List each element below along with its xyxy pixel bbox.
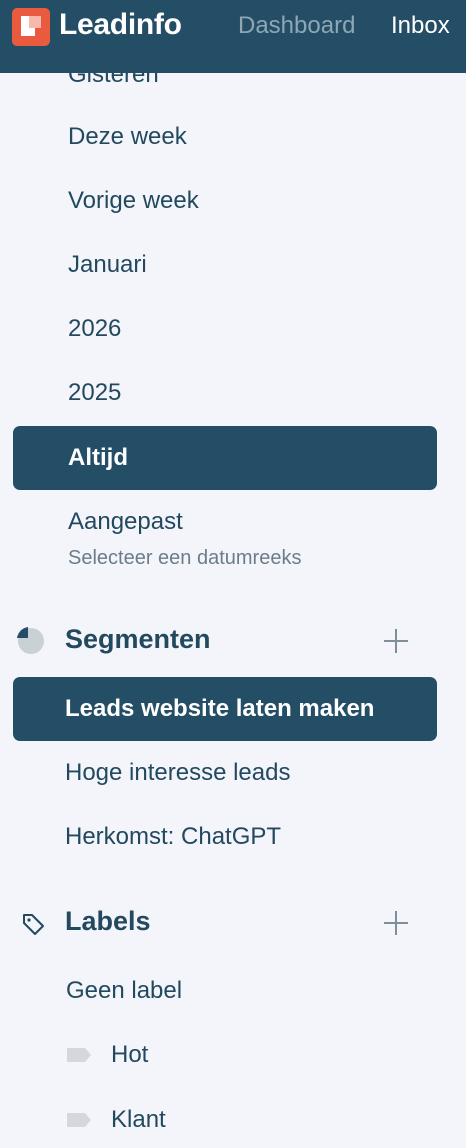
- period-label: Januari: [68, 251, 147, 278]
- top-navbar: Leadinfo Dashboard Inbox: [0, 0, 466, 73]
- period-label: Vorige week: [68, 187, 199, 214]
- nav-inbox[interactable]: Inbox: [391, 12, 450, 40]
- period-item-last-week[interactable]: Vorige week: [0, 187, 466, 219]
- add-segment-icon[interactable]: [384, 629, 408, 653]
- app-logo-text[interactable]: Leadinfo: [59, 8, 182, 42]
- period-label: 2025: [68, 379, 122, 406]
- period-item-custom[interactable]: Aangepast: [0, 508, 466, 540]
- segment-item[interactable]: Herkomst: ChatGPT: [0, 823, 466, 855]
- label-tag-icon: [67, 1048, 91, 1062]
- period-label: Altijd: [68, 444, 128, 471]
- segment-item-selected[interactable]: Leads website laten maken: [13, 677, 437, 741]
- period-item-yesterday[interactable]: Gisteren: [0, 73, 466, 93]
- period-item-2026[interactable]: 2026: [0, 315, 466, 347]
- label-label: Hot: [111, 1041, 149, 1068]
- label-label: Geen label: [66, 977, 183, 1004]
- period-label: Deze week: [68, 123, 187, 150]
- nav-dashboard[interactable]: Dashboard: [238, 12, 355, 40]
- period-item-this-week[interactable]: Deze week: [0, 123, 466, 155]
- segment-label: Herkomst: ChatGPT: [65, 823, 282, 850]
- label-item-client[interactable]: Klant: [0, 1106, 466, 1138]
- period-label: Gisteren: [68, 73, 159, 88]
- labels-title: Labels: [65, 906, 151, 936]
- label-item-hot[interactable]: Hot: [0, 1041, 466, 1073]
- custom-range-hint: Selecteer een datumreeks: [68, 547, 302, 569]
- period-label: Aangepast: [68, 508, 183, 535]
- pie-chart-icon: [17, 627, 44, 654]
- label-label: Klant: [111, 1106, 166, 1133]
- add-label-icon[interactable]: [384, 911, 408, 935]
- tag-icon: [23, 914, 44, 935]
- segment-item[interactable]: Hoge interesse leads: [0, 759, 466, 791]
- segment-label: Hoge interesse leads: [65, 759, 291, 786]
- period-item-january[interactable]: Januari: [0, 251, 466, 283]
- leadinfo-logo-icon[interactable]: [12, 8, 50, 46]
- label-item-none[interactable]: Geen label: [0, 977, 466, 1009]
- period-label: 2026: [68, 315, 122, 342]
- segments-title: Segmenten: [65, 624, 211, 654]
- period-item-all-time[interactable]: Altijd: [13, 426, 437, 490]
- label-tag-icon: [67, 1113, 91, 1127]
- period-item-2025[interactable]: 2025: [0, 379, 466, 411]
- segment-label: Leads website laten maken: [65, 695, 375, 722]
